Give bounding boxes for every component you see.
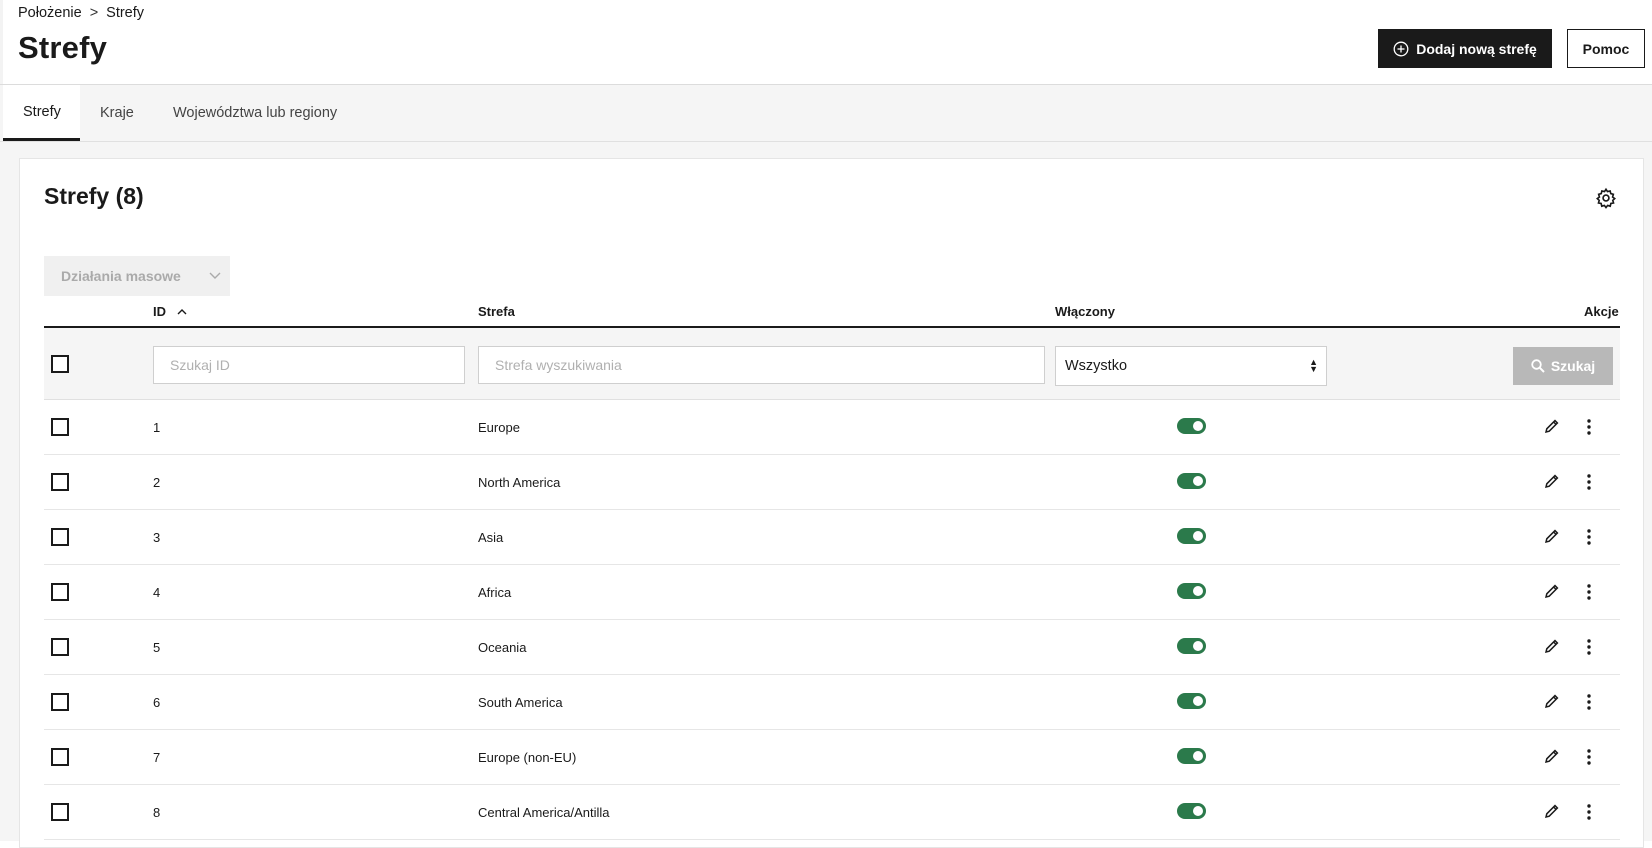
row-checkbox[interactable] — [51, 803, 69, 821]
table-row: 1 Europe — [44, 400, 1620, 455]
select-all-checkbox[interactable] — [51, 355, 69, 373]
more-vertical-icon[interactable] — [1581, 638, 1597, 656]
more-vertical-icon[interactable] — [1581, 418, 1597, 436]
more-vertical-icon[interactable] — [1581, 473, 1597, 491]
row-checkbox[interactable] — [51, 583, 69, 601]
column-header-id[interactable]: ID — [153, 304, 187, 319]
search-button[interactable]: Szukaj — [1513, 347, 1613, 385]
tab-zones[interactable]: Strefy — [3, 85, 80, 141]
add-zone-label: Dodaj nową strefę — [1416, 40, 1537, 57]
pencil-icon[interactable] — [1544, 803, 1560, 819]
row-zone-name: Europe (non-EU) — [478, 750, 577, 765]
column-header-id-label: ID — [153, 304, 166, 319]
column-header-zone[interactable]: Strefa — [478, 304, 515, 319]
row-zone-name: Africa — [478, 585, 512, 600]
column-header-enabled[interactable]: Włączony — [1055, 304, 1115, 319]
table-row: 8 Central America/Antilla — [44, 785, 1620, 840]
tab-states[interactable]: Województwa lub regiony — [153, 85, 357, 141]
page-title: Strefy — [18, 30, 108, 65]
tab-countries[interactable]: Kraje — [80, 85, 154, 141]
row-checkbox[interactable] — [51, 748, 69, 766]
zones-card: Strefy (8) Działania masowe ID Strefa Wł… — [19, 158, 1644, 848]
row-id: 5 — [153, 640, 161, 655]
search-zone-input[interactable] — [478, 346, 1045, 384]
enabled-filter-select[interactable]: Wszystko ▲ ▼ — [1055, 346, 1327, 386]
enabled-toggle[interactable] — [1177, 693, 1206, 709]
pencil-icon[interactable] — [1544, 583, 1560, 599]
bulk-actions-dropdown[interactable]: Działania masowe — [44, 256, 230, 296]
row-checkbox[interactable] — [51, 528, 69, 546]
breadcrumb-current: Strefy — [106, 5, 145, 21]
table-row: 2 North America — [44, 455, 1620, 510]
gear-icon[interactable] — [1595, 187, 1617, 209]
row-zone-name: South America — [478, 695, 563, 710]
enabled-toggle[interactable] — [1177, 803, 1206, 819]
row-id: 8 — [153, 805, 161, 820]
enabled-toggle[interactable] — [1177, 638, 1206, 654]
search-button-label: Szukaj — [1550, 358, 1596, 374]
row-id: 7 — [153, 750, 161, 765]
pencil-icon[interactable] — [1544, 693, 1560, 709]
enabled-toggle[interactable] — [1177, 418, 1206, 434]
row-checkbox[interactable] — [51, 473, 69, 491]
more-vertical-icon[interactable] — [1581, 748, 1597, 766]
pencil-icon[interactable] — [1544, 418, 1560, 434]
search-icon — [1531, 359, 1545, 373]
help-button[interactable]: Pomoc — [1567, 29, 1645, 68]
row-id: 3 — [153, 530, 161, 545]
row-checkbox[interactable] — [51, 418, 69, 436]
row-checkbox[interactable] — [51, 638, 69, 656]
row-id: 2 — [153, 475, 161, 490]
enabled-toggle[interactable] — [1177, 528, 1206, 544]
enabled-toggle[interactable] — [1177, 583, 1206, 599]
row-zone-name: North America — [478, 475, 561, 490]
filter-row: Wszystko ▲▼ Szukaj — [44, 328, 1620, 400]
row-zone-name: Oceania — [478, 640, 527, 655]
enabled-filter-value: Wszystko — [1065, 358, 1128, 374]
tabs-bar: Strefy Kraje Województwa lub regiony — [0, 85, 1652, 142]
row-checkbox[interactable] — [51, 693, 69, 711]
table-row: 6 South America — [44, 675, 1620, 730]
card-title: Strefy (8) — [44, 183, 144, 209]
chevron-down-icon — [209, 272, 221, 279]
more-vertical-icon[interactable] — [1581, 583, 1597, 601]
row-id: 4 — [153, 585, 161, 600]
row-zone-name: Central America/Antilla — [478, 805, 610, 820]
table-row: 3 Asia — [44, 510, 1620, 565]
more-vertical-icon[interactable] — [1581, 528, 1597, 546]
enabled-toggle[interactable] — [1177, 748, 1206, 764]
breadcrumb-separator: > — [89, 5, 99, 21]
search-id-input[interactable] — [153, 346, 465, 384]
page-header: Położenie > Strefy Strefy Dodaj nową str… — [0, 0, 1652, 85]
pencil-icon[interactable] — [1544, 748, 1560, 764]
row-id: 6 — [153, 695, 161, 710]
more-vertical-icon[interactable] — [1581, 803, 1597, 821]
table-header: ID Strefa Włączony Akcje — [44, 298, 1620, 328]
more-vertical-icon[interactable] — [1581, 693, 1597, 711]
breadcrumb-parent-link[interactable]: Położenie — [18, 5, 82, 21]
pencil-icon[interactable] — [1544, 638, 1560, 654]
breadcrumb: Położenie > Strefy — [18, 5, 144, 21]
column-header-actions: Akcje — [1584, 304, 1619, 319]
add-zone-button[interactable]: Dodaj nową strefę — [1378, 29, 1552, 68]
pencil-icon[interactable] — [1544, 528, 1560, 544]
table-row: 7 Europe (non-EU) — [44, 730, 1620, 785]
pencil-icon[interactable] — [1544, 473, 1560, 489]
plus-circle-icon — [1393, 41, 1409, 56]
bulk-actions-label: Działania masowe — [61, 268, 181, 284]
sort-up-icon — [177, 309, 187, 315]
table-row: 4 Africa — [44, 565, 1620, 620]
select-arrows-icon: ▲ ▼ — [1309, 357, 1318, 374]
row-zone-name: Europe — [478, 420, 520, 435]
table-row: 5 Oceania — [44, 620, 1620, 675]
row-id: 1 — [153, 420, 161, 435]
row-zone-name: Asia — [478, 530, 504, 545]
enabled-toggle[interactable] — [1177, 473, 1206, 489]
